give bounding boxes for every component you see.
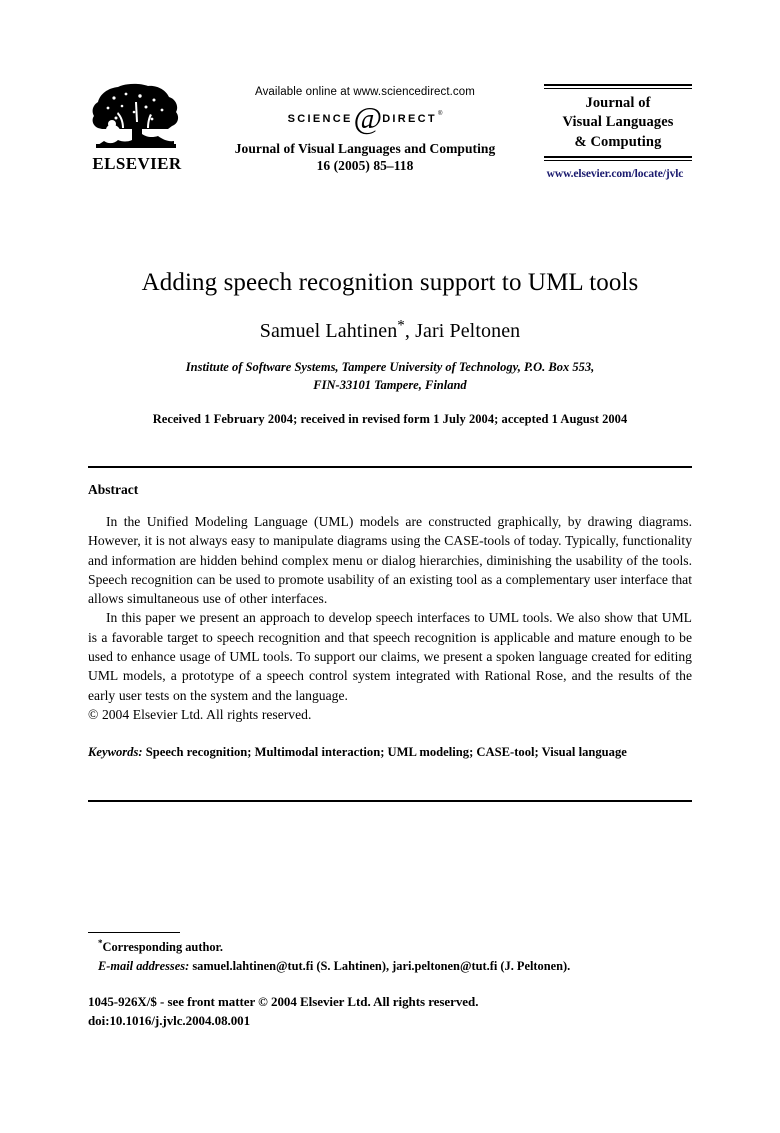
sciencedirect-science-text: Science [287,113,353,125]
abstract-top-divider [88,466,692,468]
journal-name-line-3: & Computing [574,133,662,150]
footnote-divider [88,932,180,933]
abstract-bottom-divider [88,800,692,802]
masthead-center: Available online at www.sciencedirect.co… [186,78,544,175]
email-addresses[interactable]: samuel.lahtinen@tut.fi (S. Lahtinen), ja… [192,959,570,973]
journal-name-line-2: Visual Languages [562,114,674,131]
elsevier-wordmark: ELSEVIER [92,154,182,173]
journal-name-line-1: Journal of [585,95,651,111]
page-title: Adding speech recognition support to UML… [141,269,639,296]
journal-box-bottom-rule [544,155,692,161]
sciencedirect-logo: Science @ Direct ® [287,99,443,135]
email-addresses-note: E-mail addresses: samuel.lahtinen@tut.fi… [88,957,692,976]
affiliation-line-1: Institute of Software Systems, Tampere U… [185,360,595,374]
abstract-heading: Abstract [88,482,139,497]
corresponding-author-text: Corresponding author. [102,940,224,954]
abstract-paragraph-1: In the Unified Modeling Language (UML) m… [88,514,692,607]
abstract-section: Abstract In the Unified Modeling Languag… [88,482,692,762]
journal-citation: Journal of Visual Languages and Computin… [186,140,544,175]
keywords-line: Keywords: Speech recognition; Multimodal… [88,744,692,762]
title-block: Adding speech recognition support to UML… [88,268,692,427]
author-affiliation: Institute of Software Systems, Tampere U… [88,359,692,395]
imprint-section: 1045-926X/$ - see front matter © 2004 El… [88,992,692,1030]
sciencedirect-direct-text: Direct [382,113,437,125]
masthead: ELSEVIER Available online at www.science… [88,78,692,208]
abstract-paragraph-2: In this paper we present an approach to … [88,610,692,703]
corresponding-author-marker: * [397,317,405,334]
doi-line[interactable]: doi:10.1016/j.jvlc.2004.08.001 [88,1011,692,1030]
elsevier-tree-icon [88,82,184,154]
journal-name: Journal of Visual Languages & Computing [544,89,692,156]
issn-front-matter: 1045-926X/$ - see front matter © 2004 El… [88,994,479,1009]
sciencedirect-at-icon: @ [353,99,383,135]
available-online-text: Available online at www.sciencedirect.co… [255,86,475,98]
author-first: Samuel Lahtinen [259,320,398,342]
registered-trademark-icon: ® [437,111,443,117]
keywords-label: Keywords: [88,745,143,760]
keywords-list: Speech recognition; Multimodal interacti… [145,745,627,760]
corresponding-author-note: *Corresponding author. [88,938,692,957]
author-list: Samuel Lahtinen*, Jari Peltonen [88,317,692,343]
journal-citation-title: Journal of Visual Languages and Computin… [234,141,496,156]
footnote-section: *Corresponding author. E-mail addresses:… [88,938,692,975]
journal-citation-volume: 16 (2005) 85–118 [316,158,414,174]
received-dates: Received 1 February 2004; received in re… [152,411,628,426]
journal-url-link[interactable]: www.elsevier.com/locate/jvlc [538,168,692,180]
journal-title-box: Journal of Visual Languages & Computing … [544,78,692,180]
affiliation-line-2: FIN-33101 Tampere, Finland [313,377,467,392]
author-rest: , Jari Peltonen [404,320,521,342]
elsevier-logo: ELSEVIER [88,78,186,173]
email-label: E-mail addresses: [98,958,190,973]
journal-article-first-page: ELSEVIER Available online at www.science… [0,0,780,1133]
abstract-copyright: © 2004 Elsevier Ltd. All rights reserved… [88,706,312,722]
